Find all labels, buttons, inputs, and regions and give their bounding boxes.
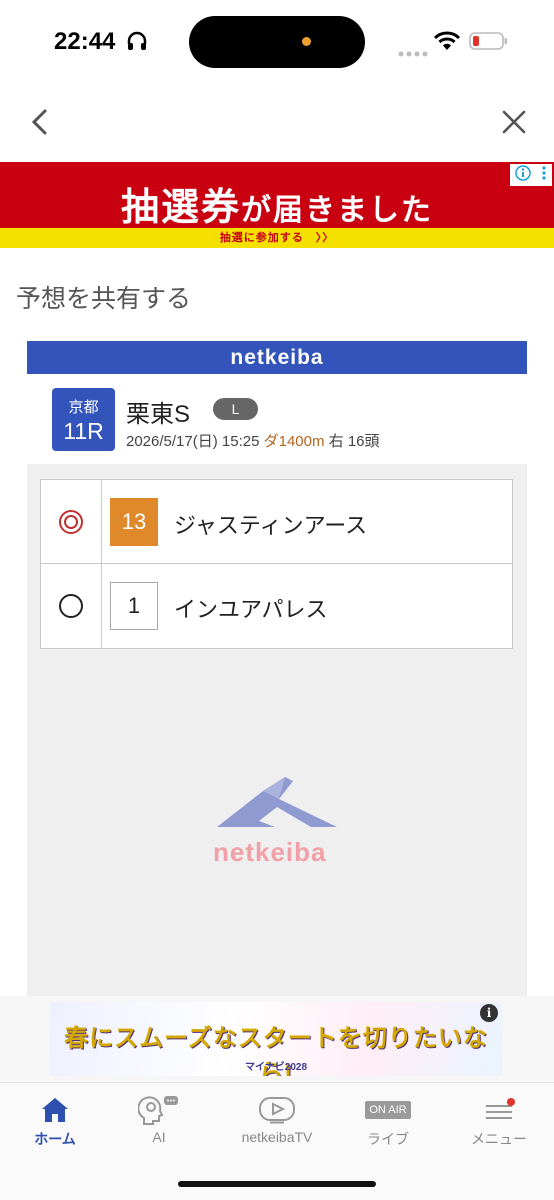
netkeiba-logo-icon <box>217 777 337 827</box>
circle-icon <box>59 594 83 618</box>
status-bar: 22:44 <box>0 0 554 84</box>
pick-mark-cell <box>41 480 102 563</box>
horse-name: ジャスティンアース <box>174 513 368 538</box>
card-brand-header: netkeiba <box>27 341 527 374</box>
ad-info-icon[interactable]: i <box>480 1004 498 1022</box>
watermark-text: netkeiba <box>213 837 327 867</box>
race-info: 京都 11R 栗東S L 2026/5/17(日) 15:25 ダ1400m 右… <box>27 374 527 464</box>
back-chevron-icon[interactable] <box>28 108 52 136</box>
race-badge: 京都 11R <box>52 388 115 451</box>
home-indicator <box>178 1181 376 1187</box>
status-time: 22:44 <box>54 28 116 55</box>
ad-choices[interactable] <box>510 164 552 186</box>
race-venue: 京都 <box>68 399 99 416</box>
battery-low-icon <box>469 31 509 56</box>
race-name: 栗東S <box>126 401 191 428</box>
ad-top-headline-big: 抽選券 <box>120 187 241 229</box>
horse-name: インユアパレス <box>174 597 328 622</box>
race-surface-distance: ダ1400m <box>263 433 325 450</box>
tab-label: ライブ <box>367 1131 409 1147</box>
on-air-icon: ON AIR <box>333 1093 443 1127</box>
tab-netkeiba-tv[interactable]: netkeibaTV <box>222 1093 332 1153</box>
tv-play-icon <box>222 1093 332 1127</box>
tab-label: ホーム <box>34 1131 76 1147</box>
race-grade-badge: L <box>213 398 258 420</box>
menu-icon <box>444 1093 554 1127</box>
tab-label: netkeibaTV <box>241 1129 313 1145</box>
page-title: 予想を共有する <box>16 285 192 313</box>
ad-info-icon[interactable] <box>515 164 531 186</box>
pick-row: 1 インユアパレス <box>41 564 512 648</box>
ad-more-icon[interactable] <box>541 165 547 186</box>
pick-list: 13 ジャスティンアース 1 インユアパレス <box>40 479 513 649</box>
prediction-card: netkeiba 京都 11R 栗東S L 2026/5/17(日) 15:25… <box>27 341 527 996</box>
dynamic-island <box>189 16 365 68</box>
home-icon <box>0 1093 110 1127</box>
pick-row: 13 ジャスティンアース <box>41 480 512 564</box>
wifi-icon <box>433 31 461 56</box>
ad-top-cta[interactable]: 抽選に参加する 〉〉 <box>0 228 554 248</box>
ad-bottom-creative[interactable]: 春にスムーズなスタートを切りたいなら! マイナビ2028 <box>50 1002 502 1076</box>
ai-head-icon <box>104 1093 214 1127</box>
race-datetime: 2026/5/17(日) 15:25 <box>126 433 260 450</box>
close-icon[interactable] <box>500 108 528 136</box>
privacy-indicator-icon <box>302 37 311 46</box>
ad-top-headline: 抽選券が届きました <box>0 176 554 231</box>
tab-menu[interactable]: メニュー <box>444 1093 554 1153</box>
horse-number: 13 <box>110 498 158 546</box>
tab-home[interactable]: ホーム <box>0 1093 110 1153</box>
race-number: 11R <box>63 418 104 444</box>
pick-mark-cell <box>41 564 102 648</box>
race-direction-runners: 右 16頭 <box>328 433 380 450</box>
race-detail: 2026/5/17(日) 15:25 ダ1400m 右 16頭 <box>126 430 380 451</box>
horse-number: 1 <box>110 582 158 630</box>
headphones-icon <box>126 30 148 57</box>
tab-label: AI <box>152 1129 166 1145</box>
on-air-badge: ON AIR <box>365 1101 411 1119</box>
tab-ai[interactable]: AI <box>104 1093 214 1153</box>
cellular-signal-icon <box>398 44 428 62</box>
ad-bottom-sponsor: マイナビ2028 <box>244 1062 308 1073</box>
double-circle-icon <box>59 510 83 534</box>
tab-live[interactable]: ON AIR ライブ <box>333 1093 443 1153</box>
ad-banner-top[interactable]: 抽選券が届きました 抽選に参加する 〉〉 <box>0 162 554 248</box>
tab-label: メニュー <box>471 1131 527 1147</box>
ad-banner-bottom[interactable]: 春にスムーズなスタートを切りたいなら! マイナビ2028 <box>0 996 554 1082</box>
ad-top-headline-rest: が届きました <box>241 194 433 227</box>
